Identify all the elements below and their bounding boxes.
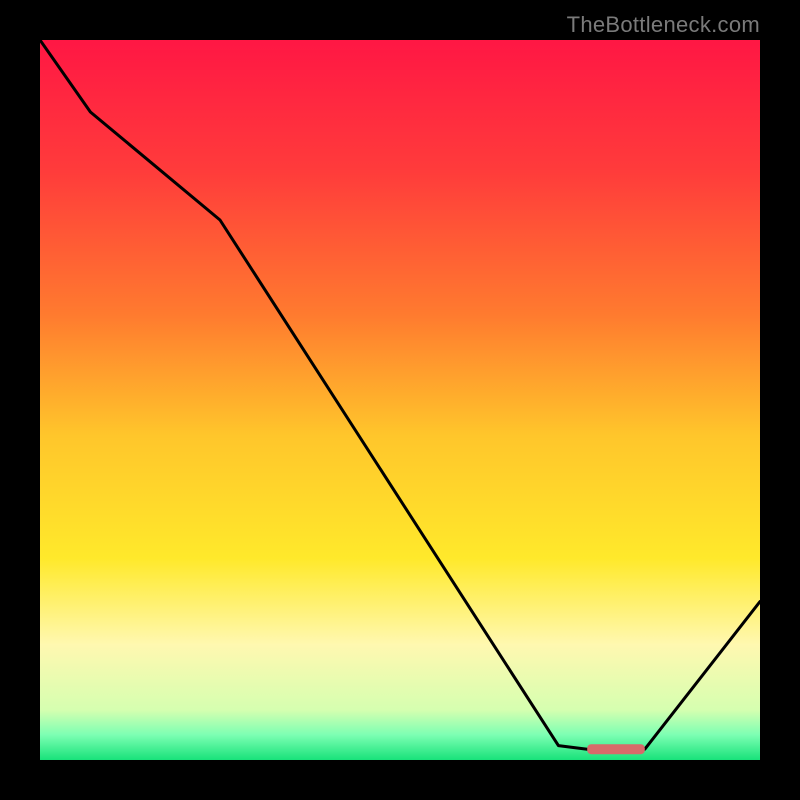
watermark-text: TheBottleneck.com bbox=[567, 12, 760, 38]
gradient-background bbox=[40, 40, 760, 760]
chart-frame: TheBottleneck.com bbox=[0, 0, 800, 800]
optimal-range-marker bbox=[587, 744, 645, 754]
plot-area bbox=[40, 40, 760, 760]
chart-svg bbox=[40, 40, 760, 760]
